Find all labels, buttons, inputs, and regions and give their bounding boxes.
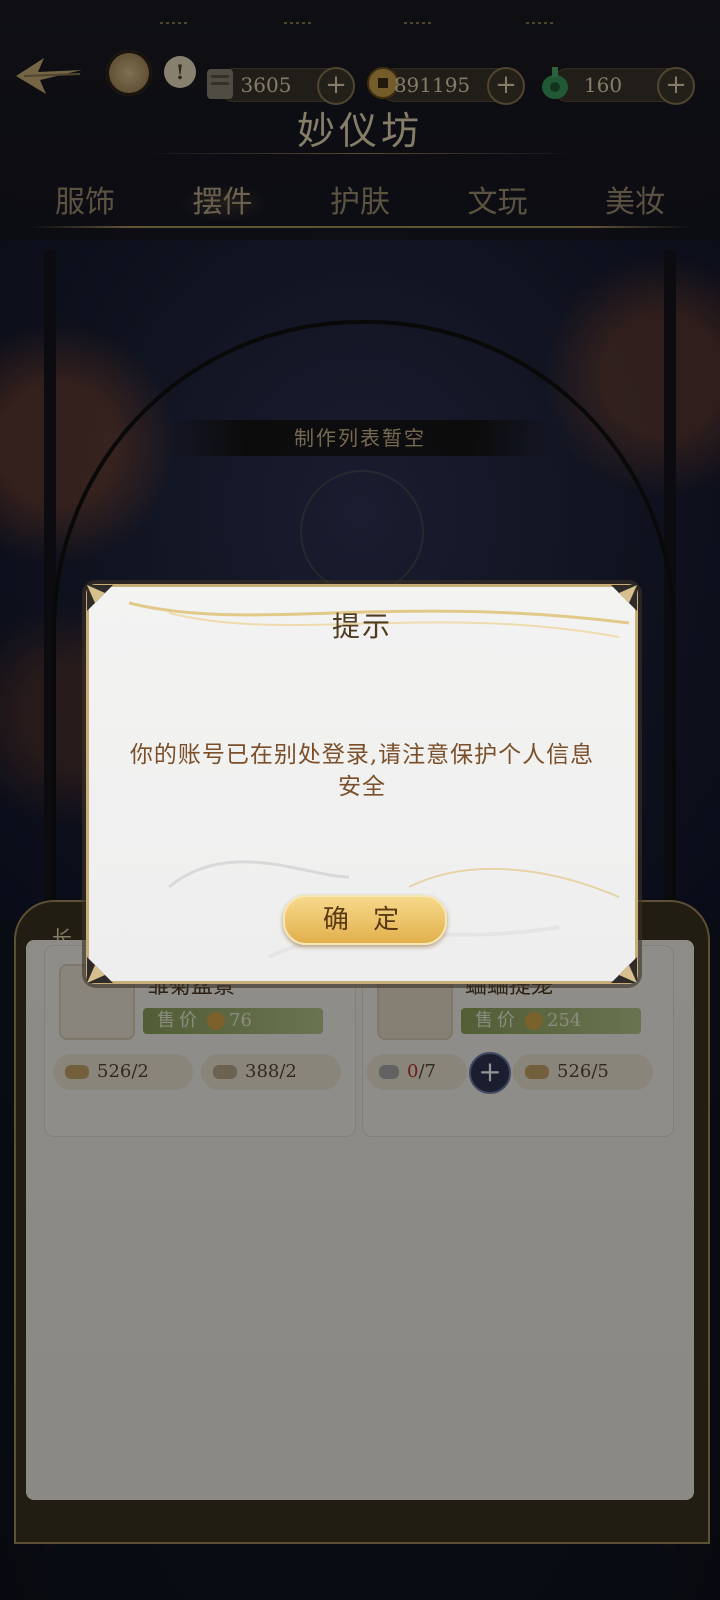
alert-dialog: 提示 你的账号已在别处登录,请注意保护个人信息安全 确 定 bbox=[86, 584, 638, 984]
dialog-title: 提示 bbox=[331, 610, 392, 643]
dialog-message: 你的账号已在别处登录,请注意保护个人信息安全 bbox=[129, 742, 595, 800]
confirm-button[interactable]: 确 定 bbox=[283, 895, 447, 945]
